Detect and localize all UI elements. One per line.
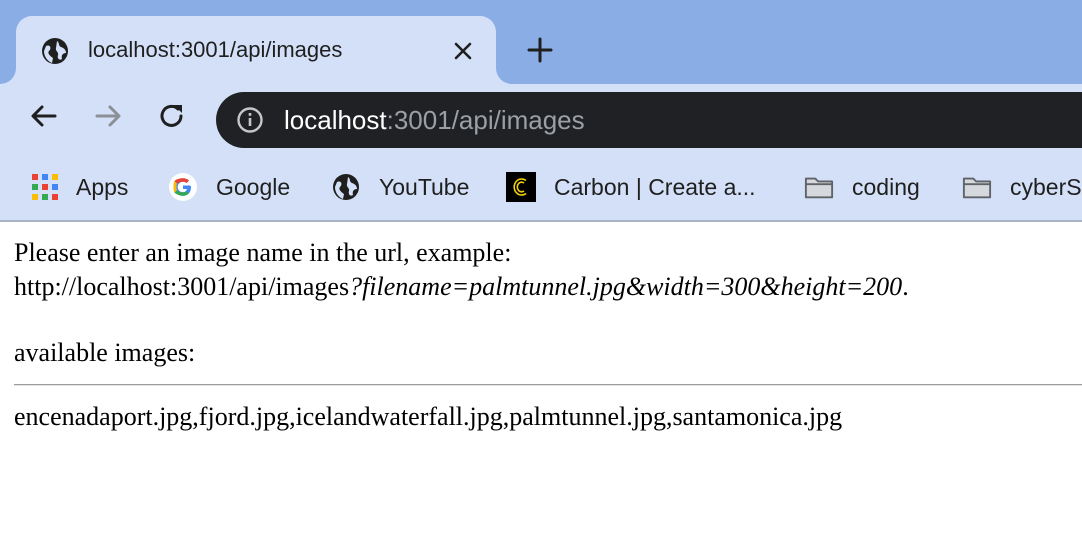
- forward-arrow-icon[interactable]: [92, 100, 124, 132]
- intro-text: Please enter an image name in the url, e…: [14, 238, 512, 267]
- plus-icon[interactable]: [524, 34, 556, 66]
- reload-icon[interactable]: [156, 100, 188, 132]
- horizontal-rule: [14, 384, 1082, 386]
- tab-strip: localhost:3001/api/images: [0, 0, 1082, 84]
- back-arrow-icon[interactable]: [28, 100, 60, 132]
- address-bar[interactable]: localhost:3001/api/images: [216, 92, 1082, 148]
- page-content: Please enter an image name in the url, e…: [14, 236, 1082, 434]
- available-label: available images:: [14, 338, 196, 367]
- example-url-end: .: [902, 272, 909, 301]
- images-list: encenadaport.jpg,fjord.jpg,icelandwaterf…: [14, 402, 843, 431]
- url-text[interactable]: localhost:3001/api/images: [284, 104, 585, 136]
- active-tab[interactable]: localhost:3001/api/images: [0, 16, 512, 84]
- toolbar-divider: [0, 220, 1082, 222]
- folder-icon: [962, 177, 992, 199]
- google-icon: [169, 173, 197, 201]
- bookmark-label: Google: [216, 174, 291, 200]
- carbon-icon: [506, 172, 536, 202]
- url-host: localhost: [284, 105, 387, 135]
- browser-window: localhost:3001/api/images localhost:3001…: [0, 0, 1082, 222]
- bookmark-label: coding: [852, 174, 920, 200]
- example-url-base: http://localhost:3001/api/images: [14, 272, 350, 301]
- close-icon[interactable]: [450, 38, 476, 64]
- url-path: :3001/api/images: [386, 105, 585, 135]
- bookmark-label: YouTube: [379, 174, 470, 200]
- example-url-query: ?filename=palmtunnel.jpg&width=300&heigh…: [349, 272, 903, 301]
- bookmarks-bar: Apps Google YouTube Carbon | Create a...…: [0, 154, 1082, 220]
- bookmark-label: cyberS: [1010, 174, 1082, 200]
- globe-icon: [333, 174, 359, 200]
- bookmark-label: Apps: [76, 174, 129, 200]
- tab-title: localhost:3001/api/images: [88, 37, 343, 62]
- globe-icon: [42, 38, 68, 64]
- example-url: http://localhost:3001/api/images?filenam…: [14, 270, 1082, 304]
- toolbar: localhost:3001/api/images: [0, 84, 1082, 154]
- info-icon[interactable]: [236, 106, 264, 134]
- apps-grid-icon: [32, 174, 58, 200]
- bookmark-label: Carbon | Create a...: [554, 174, 756, 200]
- folder-icon: [804, 177, 834, 199]
